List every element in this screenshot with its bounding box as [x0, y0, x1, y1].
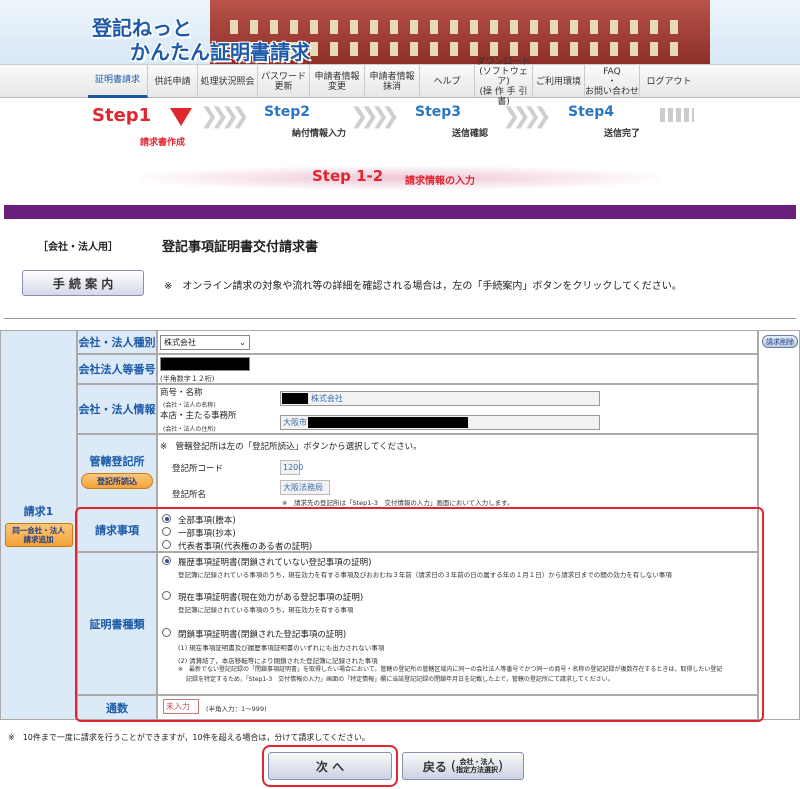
chevron-icon: ❯❯❯❯	[502, 104, 552, 129]
nav-logout[interactable]: ログアウト	[640, 65, 698, 98]
paren-close: )	[498, 758, 504, 774]
nav-cert-request[interactable]: 証明書請求	[88, 65, 148, 98]
corp-type-label: 会社・法人種別	[77, 330, 157, 354]
registry-read-button[interactable]: 登記所読込	[81, 473, 153, 489]
office-label: 本店・主たる事務所	[160, 411, 237, 421]
registry-name-field[interactable]: 大阪法務局	[280, 480, 330, 495]
office-sub: (会社・法人の住所)	[163, 426, 216, 433]
chevron-down-icon: ⌄	[239, 338, 246, 347]
trade-name-field[interactable]: 株式会社	[280, 391, 600, 406]
substep-title-bar	[140, 166, 660, 190]
trade-name-value: 株式会社	[311, 394, 343, 403]
registry-label: 管轄登記所	[89, 455, 145, 468]
registry-code-field[interactable]: 1200	[280, 460, 303, 475]
step3-label: Step3	[415, 104, 462, 120]
corp-type-select[interactable]: 株式会社 ⌄	[160, 335, 250, 350]
trade-name-sub: (会社・法人の名称)	[163, 402, 216, 409]
back-button[interactable]: 戻る ( 会社・法人 指定方法選択 )	[402, 752, 524, 780]
trade-name-label: 商号・名称	[160, 388, 203, 398]
logo-line2: かんたん証明書請求	[130, 40, 310, 64]
nav-help[interactable]: ヘルプ	[420, 65, 475, 98]
main-nav: 証明書請求 供託申請 処理状況照会 パスワード 更新 申請者情報 変更 申請者情…	[0, 57, 800, 107]
registry-code-label: 登記所コード	[172, 464, 224, 474]
highlight-frame	[75, 507, 764, 722]
category-label: ［会社・法人用］	[38, 242, 118, 253]
step-end-bars	[660, 108, 694, 122]
next-button[interactable]: 次 へ	[268, 752, 392, 780]
step4-sub: 送信完了	[604, 129, 641, 139]
corp-number-hint: (半角数字１２桁)	[160, 375, 215, 383]
step2-sub: 納付情報入力	[292, 129, 347, 139]
back-sub: 会社・法人 指定方法選択	[456, 758, 498, 774]
corp-number-label: 会社法人等番号	[77, 354, 157, 384]
section-divider-bar	[4, 205, 796, 219]
step4-label: Step4	[568, 104, 615, 120]
current-step-arrow-icon	[170, 108, 192, 126]
nav-password[interactable]: パスワード 更新	[258, 65, 310, 98]
step1-label: Step1	[92, 105, 152, 126]
guide-button[interactable]: 手 続 案 内	[22, 270, 144, 296]
redacted-block	[282, 393, 308, 404]
back-label: 戻る	[422, 759, 447, 774]
delete-request-button[interactable]: 請求削除	[762, 335, 798, 348]
nav-environment[interactable]: ご利用環境	[533, 65, 585, 98]
request-column: 請求1 同一会社・法人 請求追加	[0, 330, 77, 720]
step1-sub: 請求書作成	[140, 138, 186, 148]
guide-note: ※ オンライン請求の対象や流れ等の詳細を確認される場合は，左の「手続案内」ボタン…	[164, 281, 682, 292]
chevron-icon: ❯❯❯❯	[350, 104, 400, 129]
nav-deposit[interactable]: 供託申請	[148, 65, 198, 98]
corp-number-input[interactable]	[160, 357, 250, 371]
registry-note: ※ 管轄登記所は左の「登記所読込」ボタンから選択してください。	[160, 442, 422, 452]
nav-status[interactable]: 処理状況照会	[198, 65, 258, 98]
limit-note: ※ 10件まで一度に請求を行うことができますが，10件を超える場合は，分けて請求…	[8, 733, 370, 742]
step3-sub: 送信確認	[452, 129, 489, 139]
nav-applicant-delete[interactable]: 申請者情報 抹消	[365, 65, 420, 98]
nav-applicant-change[interactable]: 申請者情報 変更	[310, 65, 365, 98]
substep-title: 請求情報の入力	[405, 176, 475, 187]
header-banner: 登記ねっと かんたん証明書請求	[0, 0, 800, 64]
redacted-block	[308, 417, 468, 428]
nav-faq[interactable]: FAQ ・ お問い合わせ	[585, 65, 640, 98]
corp-type-value: 株式会社	[164, 338, 196, 347]
registry-cell: 管轄登記所 登記所読込	[77, 434, 157, 508]
corp-info-label: 会社・法人情報	[77, 384, 157, 434]
nav-download[interactable]: ダウンロード (ソフトウェア) (操 作 手 引 書)	[475, 57, 533, 107]
office-field[interactable]: 大阪市	[280, 415, 600, 430]
step2-label: Step2	[264, 104, 311, 120]
chevron-icon: ❯❯❯❯	[200, 104, 250, 129]
registry-name-note: ※ 請求先の登記所は「Step1-3 交付情報の入力」画面において入力します。	[282, 499, 514, 507]
request-label: 請求1	[23, 505, 54, 518]
add-same-corp-button[interactable]: 同一会社・法人 請求追加	[4, 523, 73, 547]
page-title: 登記事項証明書交付請求書	[162, 240, 319, 255]
office-value: 大阪市	[283, 418, 307, 427]
divider	[4, 318, 796, 319]
right-column	[758, 330, 800, 720]
registry-name-label: 登記所名	[172, 490, 207, 500]
substep-number: Step 1-2	[312, 167, 384, 185]
